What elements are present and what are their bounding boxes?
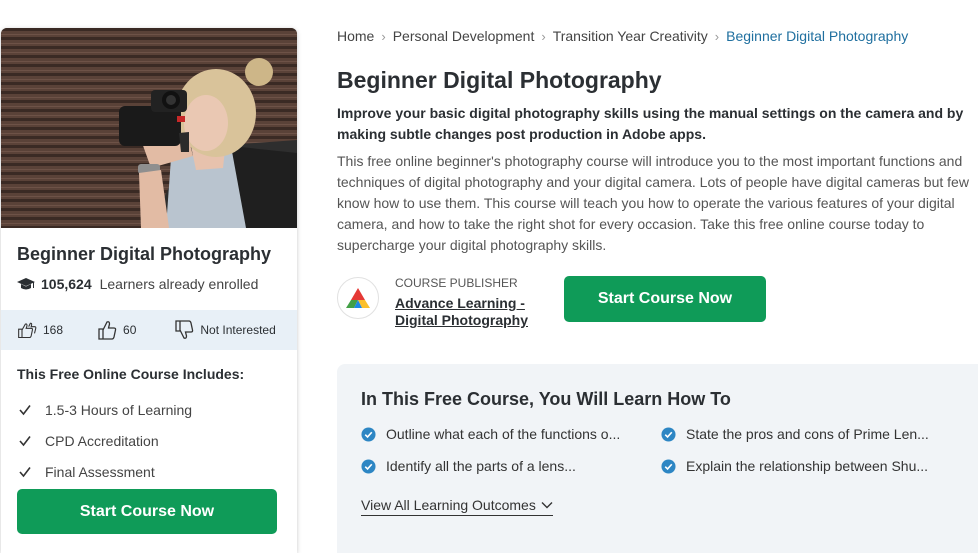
learning-outcome-item: Identify all the parts of a lens... — [361, 458, 576, 474]
check-circle-icon — [661, 426, 676, 442]
includes-item-label: Final Assessment — [45, 463, 155, 480]
enrolled-count: 105,624 — [41, 276, 92, 292]
thumbs-up-icon — [98, 321, 117, 340]
chevron-right-icon: › — [541, 28, 546, 44]
thumbs-up-count: 60 — [123, 323, 137, 337]
includes-item-label: CPD Accreditation — [45, 432, 159, 449]
checkmark-icon — [19, 404, 31, 415]
includes-list: 1.5-3 Hours of Learning CPD Accreditatio… — [19, 394, 192, 487]
like-button[interactable]: 168 — [17, 320, 63, 340]
not-interested-label: Not Interested — [200, 323, 276, 337]
thumbs-up-button[interactable]: 60 — [97, 320, 136, 340]
thumbs-up-double-icon — [18, 322, 37, 339]
breadcrumb-personal-development[interactable]: Personal Development — [393, 28, 535, 44]
learning-outcome-text: State the pros and cons of Prime Len... — [686, 426, 929, 442]
enrollment-info: 105,624 Learners already enrolled — [17, 276, 258, 292]
check-circle-icon — [361, 426, 376, 442]
breadcrumb-home[interactable]: Home — [337, 28, 374, 44]
graduation-cap-icon — [17, 278, 35, 290]
includes-item-label: 1.5-3 Hours of Learning — [45, 401, 193, 418]
course-hero-image — [1, 28, 297, 228]
chevron-right-icon: › — [381, 28, 386, 44]
learning-outcome-text: Identify all the parts of a lens... — [386, 458, 576, 474]
learning-outcome-item: Outline what each of the functions o... — [361, 426, 620, 442]
includes-item: 1.5-3 Hours of Learning — [19, 394, 192, 425]
view-all-outcomes-label: View All Learning Outcomes — [361, 497, 536, 513]
includes-item: Final Assessment — [19, 456, 192, 487]
card-course-title: Beginner Digital Photography — [17, 244, 272, 264]
publisher-logo-icon — [346, 288, 370, 308]
page-title: Beginner Digital Photography — [337, 67, 662, 93]
start-course-button[interactable]: Start Course Now — [564, 276, 766, 322]
learning-outcomes-panel: In This Free Course, You Will Learn How … — [337, 364, 978, 553]
breadcrumb-transition-year-creativity[interactable]: Transition Year Creativity — [553, 28, 708, 44]
card-start-course-button[interactable]: Start Course Now — [17, 489, 277, 534]
check-circle-icon — [661, 458, 676, 474]
learning-outcome-item: State the pros and cons of Prime Len... — [661, 426, 929, 442]
breadcrumb: Home › Personal Development › Transition… — [337, 28, 908, 44]
not-interested-button[interactable]: Not Interested — [174, 320, 276, 340]
publisher-logo[interactable] — [337, 277, 379, 319]
learning-outcomes-heading: In This Free Course, You Will Learn How … — [361, 389, 731, 409]
course-subtitle: Improve your basic digital photography s… — [337, 105, 964, 142]
checkmark-icon — [19, 435, 31, 446]
view-all-outcomes-link[interactable]: View All Learning Outcomes — [361, 497, 553, 516]
publisher-label: Course Publisher — [395, 276, 518, 290]
course-description: This free online beginner's photography … — [337, 153, 969, 253]
includes-item: CPD Accreditation — [19, 425, 192, 456]
chevron-down-icon — [541, 502, 553, 509]
learning-outcome-text: Outline what each of the functions o... — [386, 426, 621, 442]
thumbs-down-icon — [175, 320, 194, 339]
check-circle-icon — [361, 458, 376, 474]
feedback-bar: 168 60 Not Interested — [1, 310, 297, 350]
includes-heading: This Free Online Course Includes: — [17, 366, 245, 382]
learning-outcome-item: Explain the relationship between Shu... — [661, 458, 928, 474]
learning-outcome-text: Explain the relationship between Shu... — [686, 458, 929, 474]
likes-count: 168 — [43, 323, 64, 337]
enrolled-text: Learners already enrolled — [99, 276, 259, 292]
chevron-right-icon: › — [714, 28, 720, 44]
publisher-link[interactable]: Advance Learning - Digital Photography — [395, 295, 535, 329]
course-card: Beginner Digital Photography 105,624 Lea… — [1, 28, 297, 553]
breadcrumb-current[interactable]: Beginner Digital Photography — [726, 28, 908, 44]
checkmark-icon — [19, 466, 31, 477]
